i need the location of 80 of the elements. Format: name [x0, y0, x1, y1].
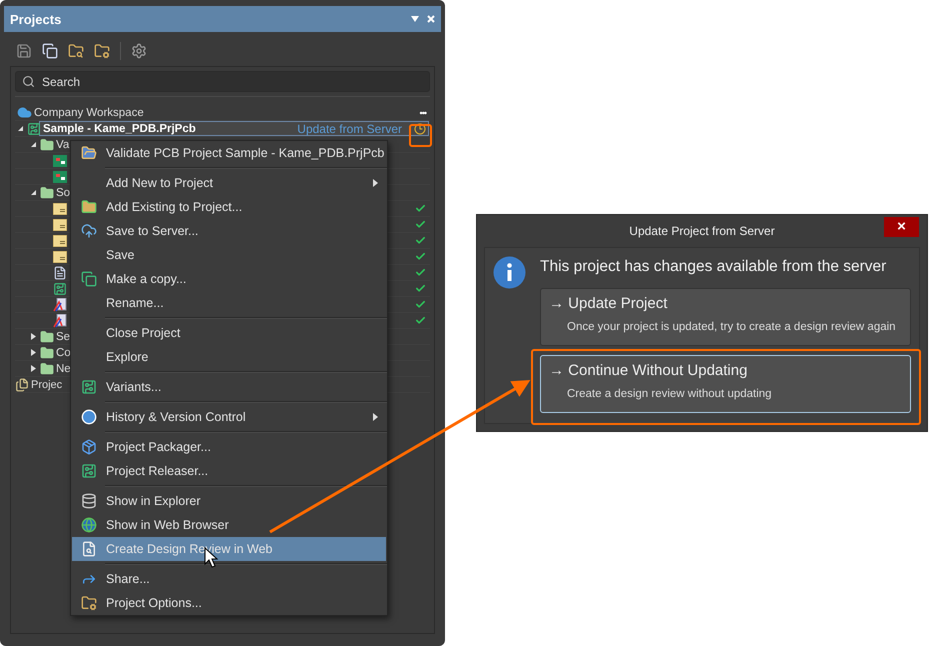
package-icon	[81, 439, 97, 455]
close-button[interactable]: ×	[884, 217, 919, 237]
tree-item-label[interactable]: Se	[56, 330, 70, 342]
pcb-icon	[53, 170, 67, 182]
tree-item-label[interactable]: Co	[56, 346, 71, 358]
document-icon	[53, 266, 67, 280]
close-icon[interactable]	[427, 15, 435, 23]
workspace-label: Company Workspace	[34, 106, 144, 118]
expanded-triangle-icon[interactable]	[17, 125, 24, 132]
folder-icon	[81, 145, 97, 161]
copy-icon[interactable]	[42, 43, 58, 59]
panel-title: Projects	[10, 12, 62, 26]
folder-search-icon[interactable]	[68, 43, 84, 59]
highlight-frame	[409, 124, 432, 147]
collapsed-triangle-icon[interactable]	[30, 365, 37, 372]
folder-plus-icon	[81, 199, 97, 215]
board-icon	[81, 463, 97, 479]
output-icon	[53, 298, 67, 312]
tree-item-label[interactable]: Projec	[31, 378, 62, 390]
menu-item[interactable]: Save to Server...	[72, 219, 386, 243]
menu-item[interactable]: Save	[72, 243, 386, 267]
menu-item[interactable]: Share...	[72, 567, 386, 591]
save-icon[interactable]	[16, 43, 32, 59]
sheet-icon	[53, 250, 67, 262]
menu-item[interactable]: History & Version Control	[72, 405, 386, 429]
files-icon	[15, 378, 29, 392]
collapsed-triangle-icon[interactable]	[30, 333, 37, 340]
tree-item-label[interactable]: Ne	[56, 362, 71, 374]
folder-icon	[40, 186, 54, 200]
copy-icon	[81, 271, 97, 287]
collapsed-triangle-icon[interactable]	[30, 349, 37, 356]
dropdown-icon[interactable]	[411, 16, 419, 22]
menu-item[interactable]: Project Packager...	[72, 435, 386, 459]
database-icon	[81, 493, 97, 509]
globe-icon	[81, 517, 97, 533]
menu-item[interactable]: Project Options...	[72, 591, 386, 615]
file-search-icon	[81, 541, 97, 557]
menu-item[interactable]: Make a copy...	[72, 267, 386, 291]
folder-gear-icon[interactable]	[94, 43, 110, 59]
search-field[interactable]: Search	[15, 71, 430, 92]
info-icon	[493, 256, 526, 289]
menu-item[interactable]: Explore	[72, 345, 386, 369]
cloud-upload-icon	[81, 223, 97, 239]
option-button[interactable]: → Update Project Once your project is updated, try to create a design review again	[540, 288, 911, 346]
sheet-icon	[53, 234, 67, 246]
board-icon	[27, 122, 41, 136]
menu-item[interactable]: Validate PCB Project Sample - Kame_PDB.PrjPcb	[72, 141, 386, 165]
menu-item[interactable]: Rename...	[72, 291, 386, 315]
menu-item[interactable]: Add New to Project	[72, 171, 386, 195]
dialog-title: Update Project from Server	[629, 224, 775, 238]
menu-item[interactable]: Project Releaser...	[72, 459, 386, 483]
folder-icon	[40, 346, 54, 360]
sheet-icon	[53, 202, 67, 214]
board-icon	[53, 282, 67, 296]
tree-item-label[interactable]: So	[56, 186, 70, 198]
output-icon	[53, 314, 67, 328]
board-icon	[81, 379, 97, 395]
menu-item[interactable]: Add Existing to Project...	[72, 195, 386, 219]
expanded-triangle-icon[interactable]	[30, 189, 37, 196]
menu-item[interactable]: Show in Explorer	[72, 489, 386, 513]
menu-item[interactable]: Close Project	[72, 321, 386, 345]
tree-item-label[interactable]: Va	[56, 138, 70, 150]
submenu-arrow-icon	[373, 179, 378, 187]
search-icon	[22, 75, 35, 88]
folder-icon	[40, 330, 54, 344]
sheet-icon	[53, 218, 67, 230]
menu-item[interactable]: Show in Web Browser	[72, 513, 386, 537]
expanded-triangle-icon[interactable]	[30, 141, 37, 148]
cloud-icon	[17, 105, 32, 120]
option-button[interactable]: → Continue Without Updating Create a design review without updating	[540, 355, 911, 413]
folder-icon	[40, 138, 54, 152]
pcb-icon	[53, 154, 67, 166]
folder-icon	[40, 362, 54, 376]
settings-icon[interactable]	[131, 43, 147, 59]
more-icon[interactable]: •••	[420, 108, 426, 118]
menu-item[interactable]: Variants...	[72, 375, 386, 399]
submenu-arrow-icon	[373, 413, 378, 421]
dialog-message: This project has changes available from the server	[540, 258, 888, 276]
folder-gear-icon	[81, 595, 97, 611]
tree-item-label[interactable]: Sample - Kame_PDB.PrjPcb	[43, 122, 196, 134]
